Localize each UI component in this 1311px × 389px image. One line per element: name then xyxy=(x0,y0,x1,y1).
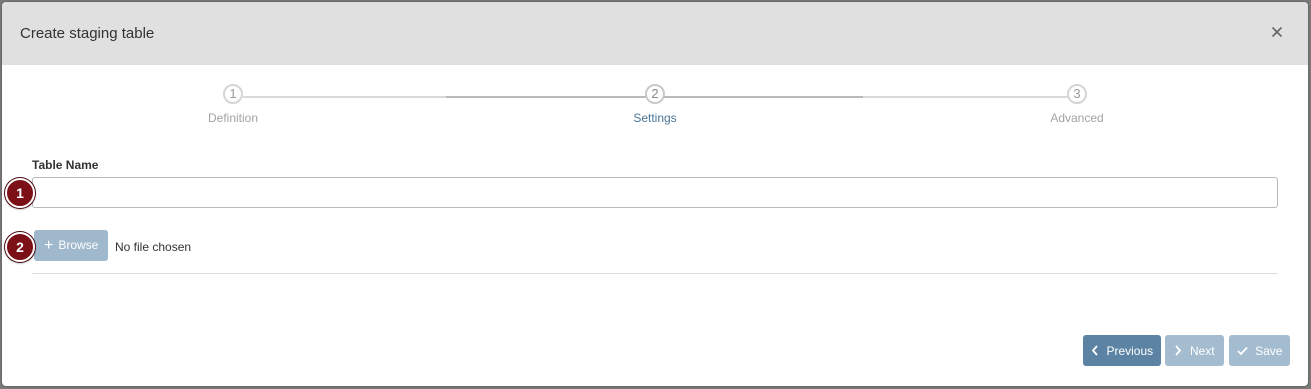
previous-button[interactable]: Previous xyxy=(1083,335,1161,366)
dialog-header: Create staging table xyxy=(2,2,1308,65)
plus-icon: + xyxy=(44,237,54,254)
step-label: Definition xyxy=(207,111,259,125)
close-icon[interactable] xyxy=(1268,23,1286,41)
file-status-text: No file chosen xyxy=(115,240,192,254)
next-button[interactable]: Next xyxy=(1165,335,1224,366)
step-definition[interactable]: 1 Definition xyxy=(173,84,293,125)
dialog-title: Create staging table xyxy=(20,25,155,42)
table-name-label: Table Name xyxy=(32,158,99,172)
step-number: 3 xyxy=(1067,84,1087,104)
table-name-input[interactable] xyxy=(32,177,1278,208)
step-settings[interactable]: 2 Settings xyxy=(595,84,715,125)
step-label: Advanced xyxy=(1050,111,1104,125)
browse-button[interactable]: + Browse xyxy=(34,230,108,261)
create-staging-table-dialog: Create staging table 1 Definition 2 Sett… xyxy=(2,2,1308,386)
step-number: 1 xyxy=(223,84,243,104)
annotation-badge-2: 2 xyxy=(5,232,35,262)
save-label: Save xyxy=(1255,344,1283,358)
chevron-left-icon xyxy=(1091,343,1103,358)
check-icon xyxy=(1236,343,1252,358)
next-label: Next xyxy=(1189,344,1215,358)
step-advanced[interactable]: 3 Advanced xyxy=(1017,84,1137,125)
divider xyxy=(32,273,1278,274)
step-label: Settings xyxy=(633,111,677,125)
save-button[interactable]: Save xyxy=(1229,335,1290,366)
browse-label: Browse xyxy=(58,238,99,252)
chevron-right-icon xyxy=(1174,343,1186,358)
annotation-badge-1: 1 xyxy=(5,178,35,208)
step-number: 2 xyxy=(645,84,665,104)
previous-label: Previous xyxy=(1106,344,1154,358)
